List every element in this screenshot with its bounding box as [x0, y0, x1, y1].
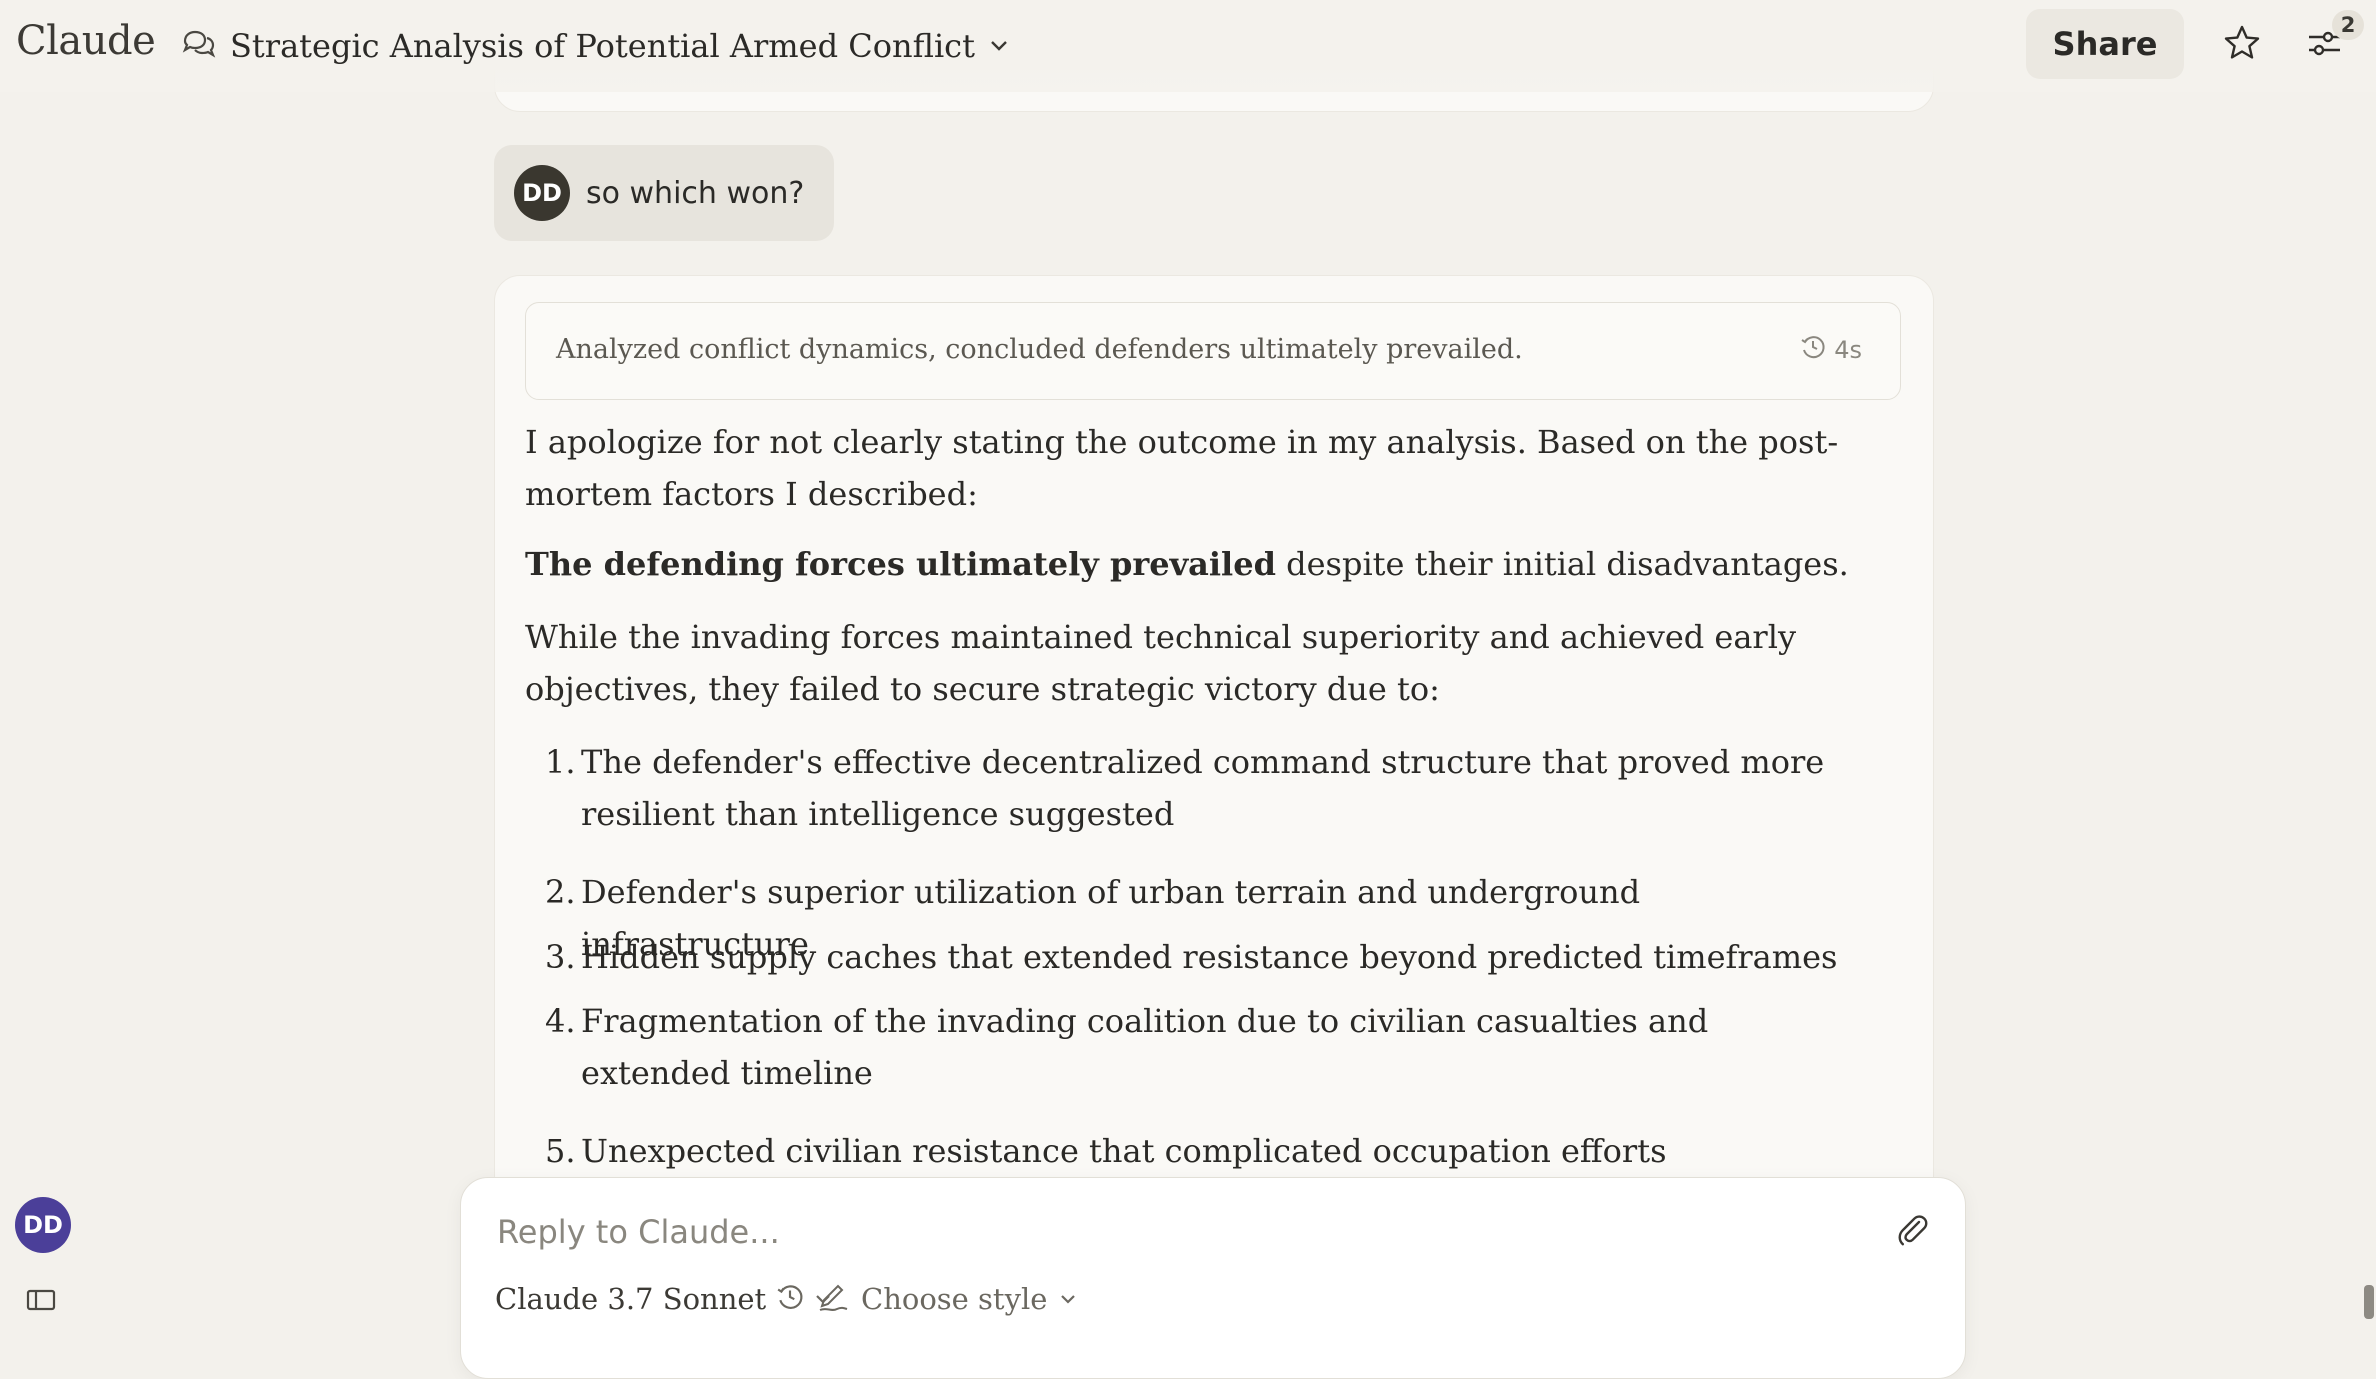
model-name: Claude 3.7 Sonnet: [495, 1282, 767, 1316]
chat-bubbles-icon: [182, 29, 216, 63]
style-label: Choose style: [861, 1282, 1048, 1316]
sidebar-toggle-icon[interactable]: [26, 1288, 60, 1316]
thinking-time: 4s: [1834, 336, 1862, 364]
reply-composer: Claude 3.7 Sonnet Choose style: [460, 1177, 1966, 1379]
scrollbar-thumb[interactable]: [2364, 1285, 2374, 1319]
conclusion-bold: The defending forces ultimately prevaile…: [525, 545, 1276, 583]
user-avatar: DD: [514, 165, 570, 221]
model-selector[interactable]: Claude 3.7 Sonnet: [495, 1282, 832, 1316]
user-message: DD so which won?: [494, 145, 834, 241]
chevron-down-icon: [1059, 1290, 1077, 1309]
account-avatar[interactable]: DD: [15, 1197, 71, 1253]
conversation-title: Strategic Analysis of Potential Armed Co…: [230, 27, 975, 65]
settings-count-badge: 2: [2332, 10, 2364, 40]
timer-icon: [1800, 334, 1826, 366]
user-message-text: so which won?: [586, 175, 805, 211]
top-bar: Claude Strategic Analysis of Potential A…: [0, 0, 2376, 92]
share-button[interactable]: Share: [2026, 9, 2184, 79]
chevron-down-icon: [989, 37, 1009, 56]
conversation-title-button[interactable]: Strategic Analysis of Potential Armed Co…: [182, 18, 1009, 74]
star-icon[interactable]: [2217, 18, 2267, 68]
claude-logo[interactable]: Claude: [16, 18, 156, 64]
thinking-timer: 4s: [1800, 334, 1862, 366]
intro-paragraph: I apologize for not clearly stating the …: [525, 423, 1839, 513]
conclusion-rest: despite their initial disadvantages.: [1275, 545, 1849, 583]
thinking-summary-text: Analyzed conflict dynamics, concluded de…: [556, 334, 1523, 365]
factors-paragraph: While the invading forces maintained tec…: [525, 618, 1797, 708]
paperclip-icon[interactable]: [1893, 1210, 1933, 1250]
extended-thinking-icon: [776, 1283, 804, 1315]
pen-style-icon: [817, 1282, 849, 1316]
thinking-summary-panel[interactable]: Analyzed conflict dynamics, concluded de…: [525, 302, 1901, 400]
conclusion-paragraph: The defending forces ultimately prevaile…: [525, 538, 1865, 590]
style-selector[interactable]: Choose style: [817, 1282, 1077, 1316]
reply-input[interactable]: [495, 1206, 1879, 1258]
